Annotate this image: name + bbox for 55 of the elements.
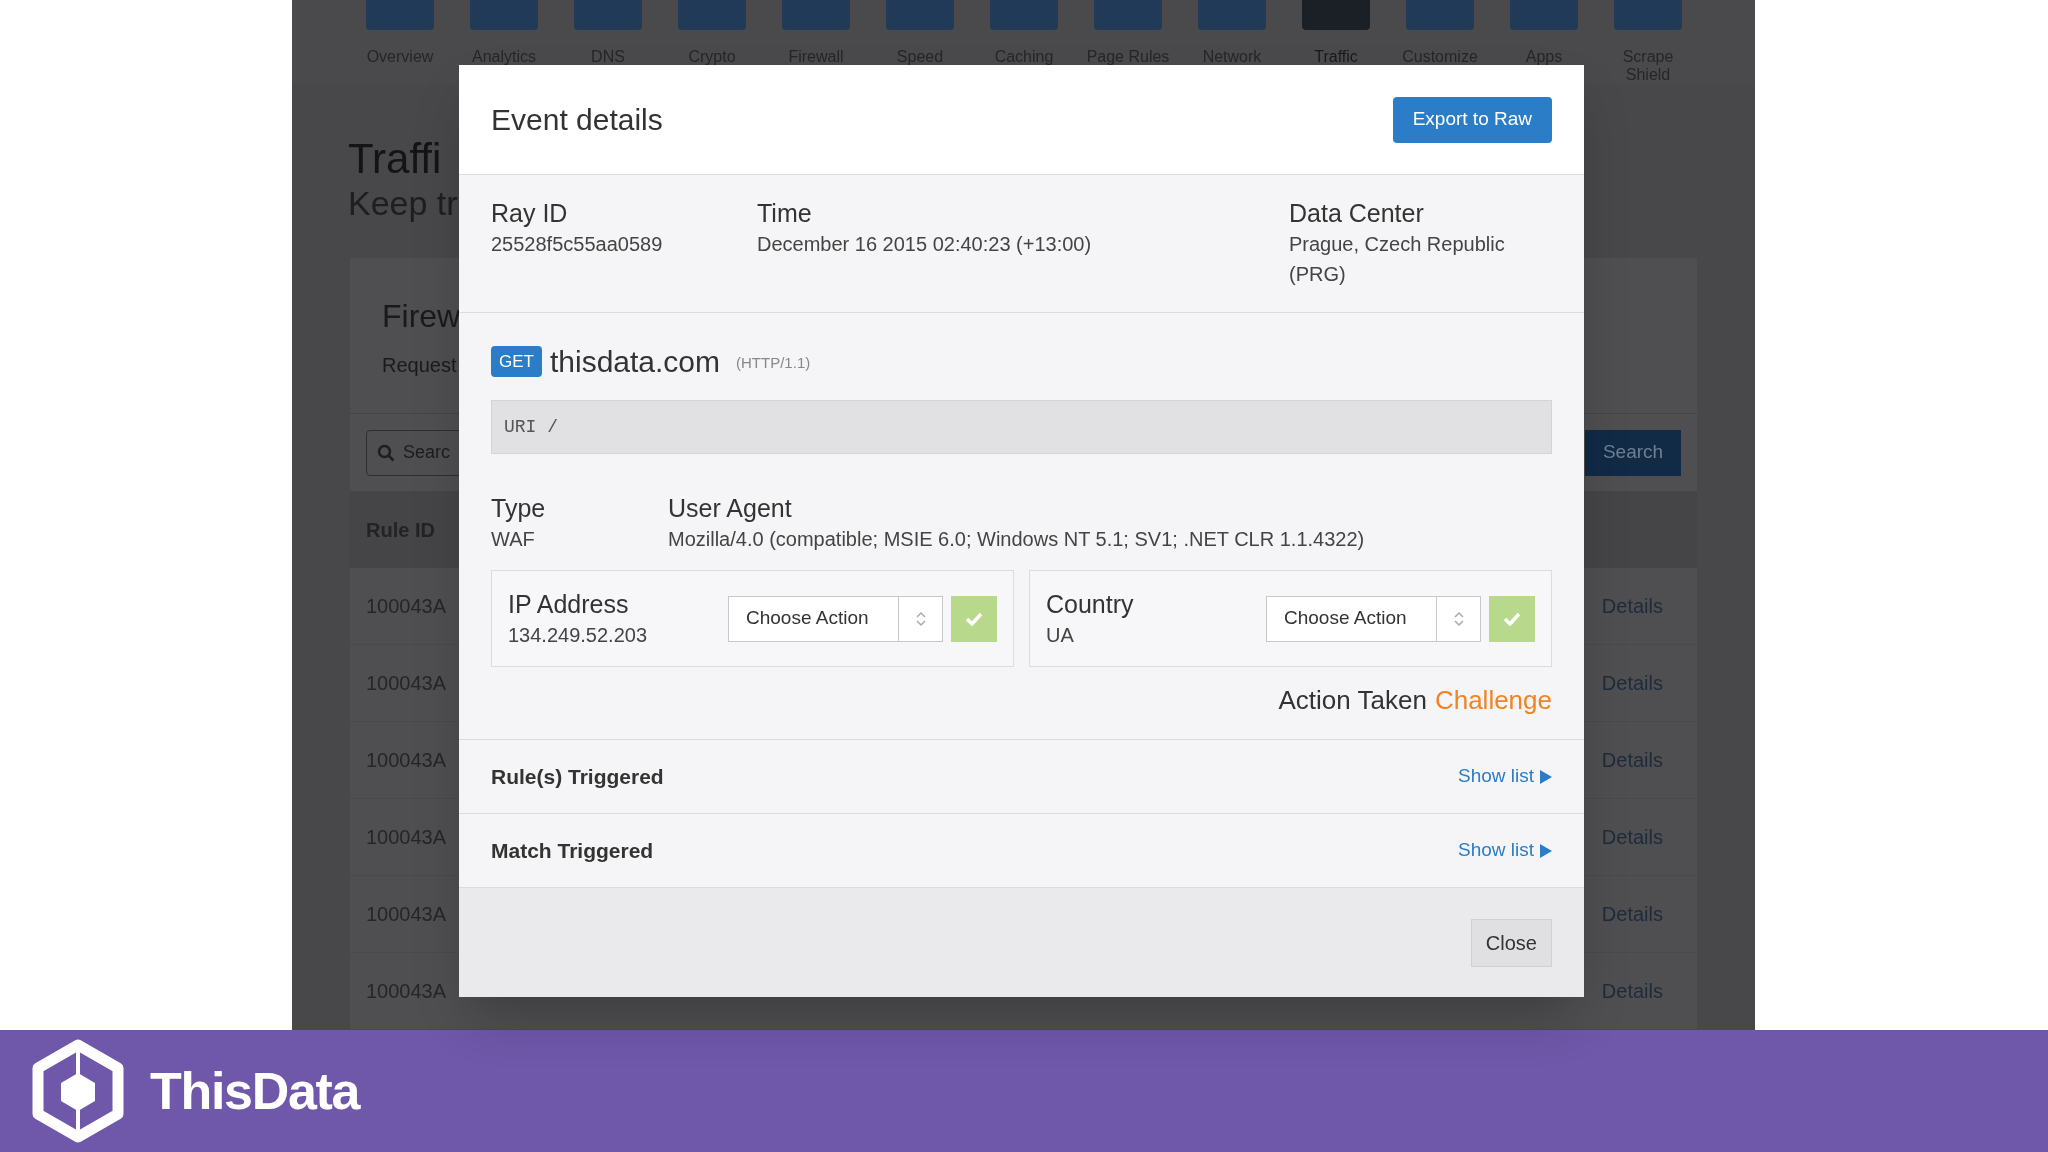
search-icon	[377, 443, 395, 462]
nav-icon[interactable]	[470, 0, 538, 30]
section-label: Match Triggered	[491, 837, 654, 864]
field-value: UA	[1046, 622, 1075, 648]
field-label: IP Address	[508, 588, 630, 620]
sort-icon	[1453, 610, 1464, 627]
nav-icon[interactable]	[1406, 0, 1474, 30]
play-icon	[1540, 769, 1552, 784]
field-value: December 16 2015 02:40:23 (+13:00)	[757, 232, 1093, 257]
nav-icon[interactable]	[886, 0, 954, 30]
field-value: 25528f5c55aa0589	[491, 232, 664, 257]
nav-icon[interactable]	[678, 0, 746, 30]
show-list-link[interactable]: Show list	[1457, 836, 1552, 865]
confirm-button[interactable]	[951, 595, 997, 642]
action-select[interactable]: Choose Action	[728, 595, 943, 642]
brand-name: ThisData	[150, 1061, 360, 1122]
method-badge: GET	[491, 345, 542, 378]
action-taken-label: Action Taken	[1278, 684, 1427, 717]
check-icon	[965, 611, 983, 626]
protocol-label: (HTTP/1.1)	[736, 353, 811, 374]
field-label: Type	[491, 493, 547, 524]
field-value: Prague, Czech Republic (PRG)	[1289, 232, 1506, 287]
panel-subtitle: Request	[382, 353, 457, 378]
nav-icon[interactable]	[782, 0, 850, 30]
close-button[interactable]: Close	[1470, 918, 1552, 967]
hexagon-logo-icon	[30, 1039, 126, 1143]
show-list-link[interactable]: Show list	[1457, 762, 1552, 791]
search-button[interactable]: Search	[1585, 429, 1681, 476]
field-label: Data Center	[1289, 198, 1425, 229]
host-name: thisdata.com	[549, 344, 721, 380]
section-label: Rule(s) Triggered	[491, 763, 664, 790]
action-taken-value: Challenge	[1434, 684, 1552, 717]
check-icon	[1503, 611, 1521, 626]
nav-icon[interactable]	[1302, 0, 1370, 30]
play-icon	[1540, 843, 1552, 858]
confirm-button[interactable]	[1489, 595, 1535, 642]
nav-icon[interactable]	[1614, 0, 1682, 30]
field-label: User Agent	[668, 493, 793, 524]
nav-icon[interactable]	[1094, 0, 1162, 30]
dialog-title: Event details	[491, 102, 663, 138]
nav-icon[interactable]	[1198, 0, 1266, 30]
field-value: WAF	[491, 527, 536, 552]
field-value: 134.249.52.203	[508, 622, 648, 648]
export-button[interactable]: Export to Raw	[1392, 96, 1552, 143]
nav-icon[interactable]	[990, 0, 1058, 30]
uri-text: URI /	[504, 415, 558, 439]
nav-icon[interactable]	[574, 0, 642, 30]
sort-icon	[915, 610, 926, 627]
field-label: Country	[1046, 588, 1134, 620]
action-select[interactable]: Choose Action	[1266, 595, 1481, 642]
field-label: Time	[757, 198, 813, 229]
field-label: Ray ID	[491, 198, 569, 229]
nav-icon[interactable]	[1510, 0, 1578, 30]
field-value: Mozilla/4.0 (compatible; MSIE 6.0; Windows NT 5.1; SV1; .NET CLR 1.1.4322)	[668, 527, 1365, 552]
nav-icon[interactable]	[366, 0, 434, 30]
